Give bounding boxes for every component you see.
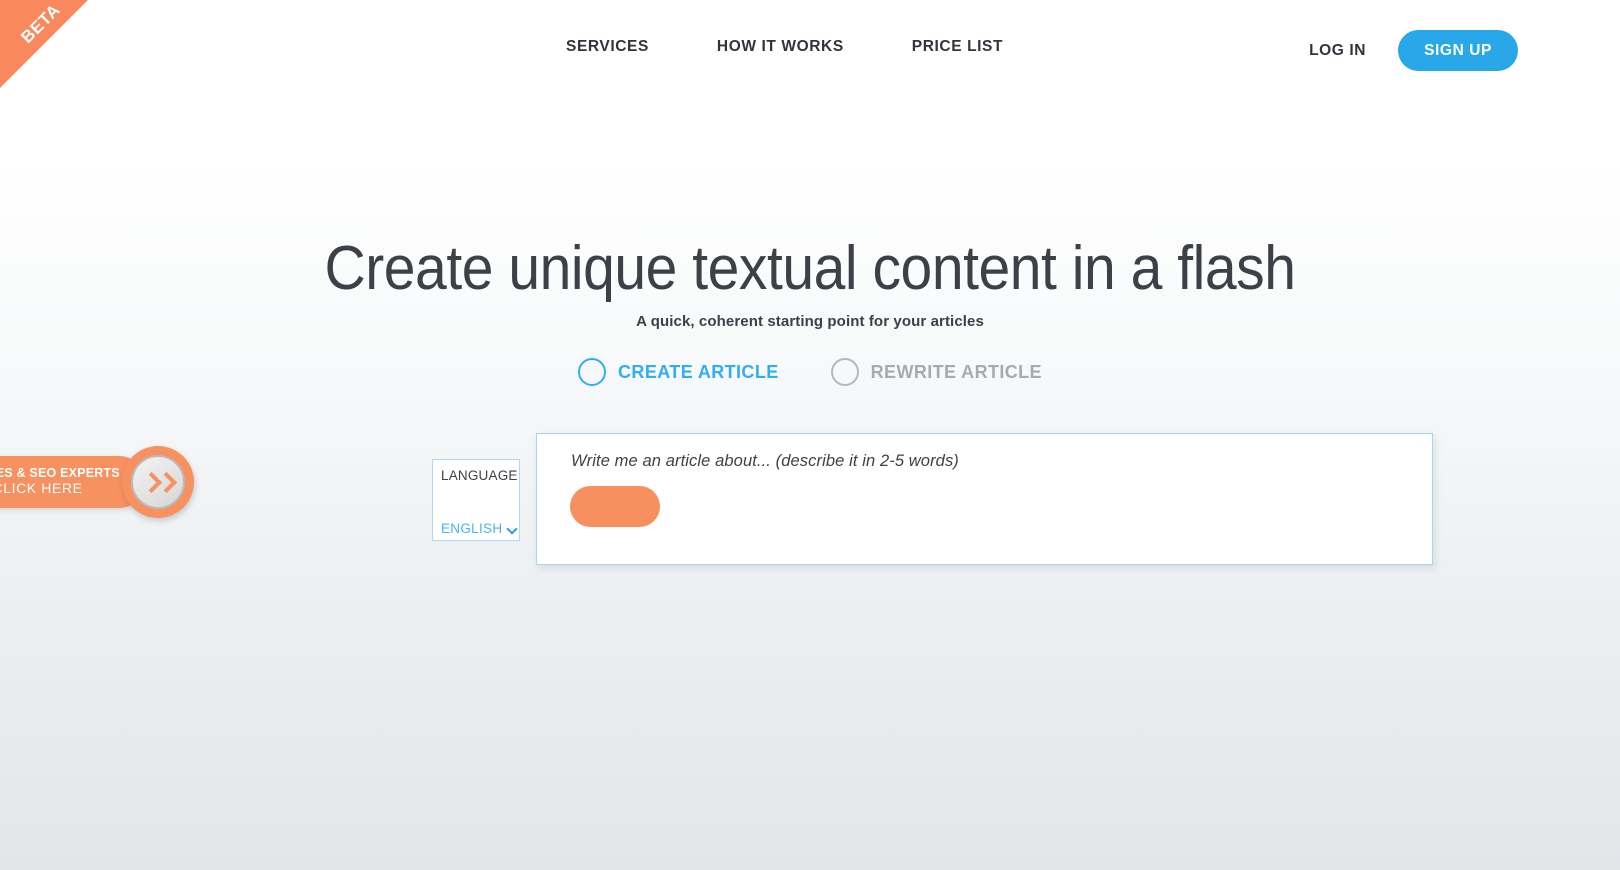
radio-icon-create-article[interactable] (578, 358, 607, 386)
generate-article-button[interactable] (570, 486, 660, 527)
nav-link-services[interactable]: SERVICES (566, 38, 649, 56)
site-header: SERVICES HOW IT WORKS PRICE LIST LOG IN … (0, 0, 1620, 101)
page-subtitle: A quick, coherent starting point for you… (636, 312, 984, 330)
hero-section: Create unique textual content in a flash… (0, 234, 1620, 330)
page-title: Create unique textual content in a flash (324, 234, 1296, 303)
promo-circle-button[interactable] (122, 446, 194, 518)
promo-widget[interactable]: GENCIES & SEO EXPERTS CLICK HERE (0, 446, 194, 518)
promo-circle-face (131, 455, 185, 509)
nav-link-how-it-works[interactable]: HOW IT WORKS (717, 38, 844, 56)
main-navigation: SERVICES HOW IT WORKS PRICE LIST (566, 38, 1003, 56)
language-selector[interactable]: LANGUAGE ENGLISH (432, 459, 520, 541)
mode-option-rewrite-article[interactable]: REWRITE ARTICLE (830, 358, 1042, 386)
signup-button[interactable]: SIGN UP (1398, 30, 1518, 71)
language-selected-value: ENGLISH (441, 521, 503, 536)
nav-link-price-list[interactable]: PRICE LIST (912, 38, 1003, 56)
radio-icon-rewrite-article[interactable] (830, 358, 859, 386)
promo-cta-label: CLICK HERE (0, 480, 83, 497)
beta-ribbon (0, 0, 88, 88)
mode-option-create-article[interactable]: CREATE ARTICLE (578, 358, 779, 386)
language-label: LANGUAGE (441, 468, 518, 483)
language-select[interactable]: ENGLISH (441, 521, 518, 536)
double-chevron-right-icon (140, 471, 177, 493)
header-account-actions: LOG IN SIGN UP (1309, 30, 1518, 71)
mode-label-rewrite-article: REWRITE ARTICLE (870, 361, 1042, 382)
mode-label-create-article: CREATE ARTICLE (618, 361, 779, 382)
article-input-panel: Write me an article about... (describe i… (536, 433, 1433, 565)
mode-selector: CREATE ARTICLE REWRITE ARTICLE (0, 358, 1620, 386)
login-link[interactable]: LOG IN (1309, 42, 1366, 60)
chevron-down-icon (508, 524, 518, 534)
article-topic-input[interactable]: Write me an article about... (describe i… (571, 452, 959, 471)
promo-headline: GENCIES & SEO EXPERTS (0, 466, 120, 481)
